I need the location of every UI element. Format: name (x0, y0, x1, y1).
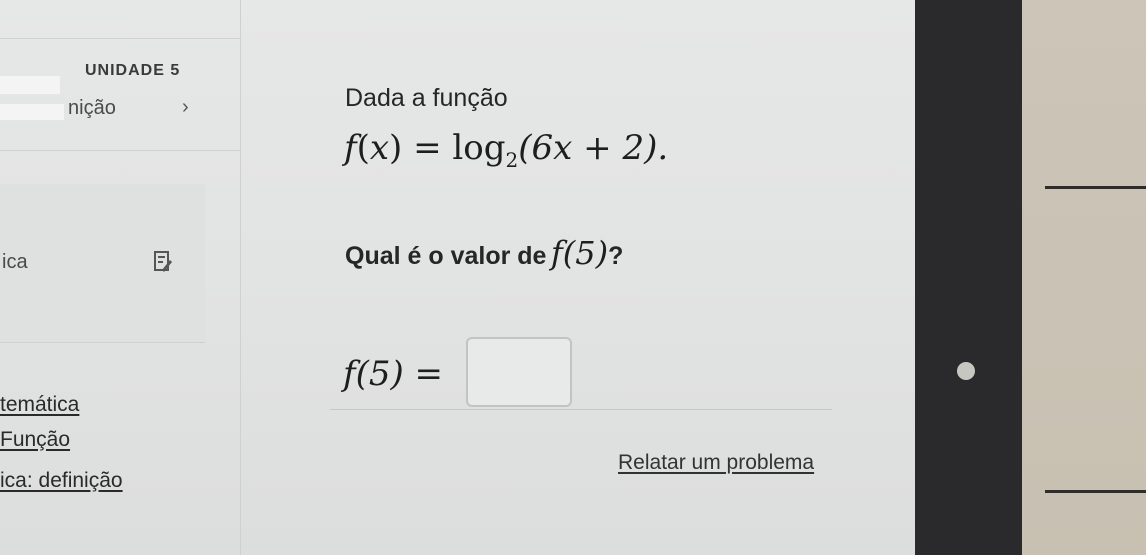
answer-label: f(5) = (343, 354, 444, 394)
camera-dot (957, 362, 975, 380)
question: Qual é o valor de f(5)? (345, 234, 623, 272)
unit-label: UNIDADE 5 (85, 62, 181, 79)
report-problem-link[interactable]: Relatar um problema (618, 451, 814, 475)
sidebar-item-label: ica (2, 251, 28, 273)
chevron-right-icon: › (182, 96, 189, 118)
sidebar: UNIDADE 5 nição › ica temática Função ic… (0, 0, 241, 555)
sidebar-link-definicao[interactable]: ica: definição (0, 469, 123, 493)
edit-icon (154, 251, 172, 272)
function-definition: f(x) = log2(6x + 2). (344, 128, 669, 172)
answer-divider (330, 409, 832, 410)
sidebar-item-label: nição (68, 97, 116, 119)
sidebar-highlight (0, 76, 60, 94)
background-line (1045, 186, 1146, 189)
sidebar-item-practice[interactable]: ica (0, 184, 205, 343)
prompt-text: Dada a função (345, 84, 508, 112)
screen: UNIDADE 5 nição › ica temática Função ic… (0, 0, 915, 555)
background-surface (1022, 0, 1146, 555)
question-expression: f(5) (550, 234, 609, 272)
question-mark: ? (608, 242, 624, 270)
sidebar-link-tematica[interactable]: temática (0, 393, 79, 417)
background-line (1045, 490, 1146, 493)
question-text: Qual é o valor de (345, 242, 547, 270)
sidebar-divider (0, 150, 240, 151)
sidebar-link-funcao[interactable]: Função (0, 428, 70, 452)
sidebar-divider (0, 38, 240, 39)
sidebar-highlight (0, 104, 64, 120)
answer-input[interactable] (466, 337, 572, 407)
